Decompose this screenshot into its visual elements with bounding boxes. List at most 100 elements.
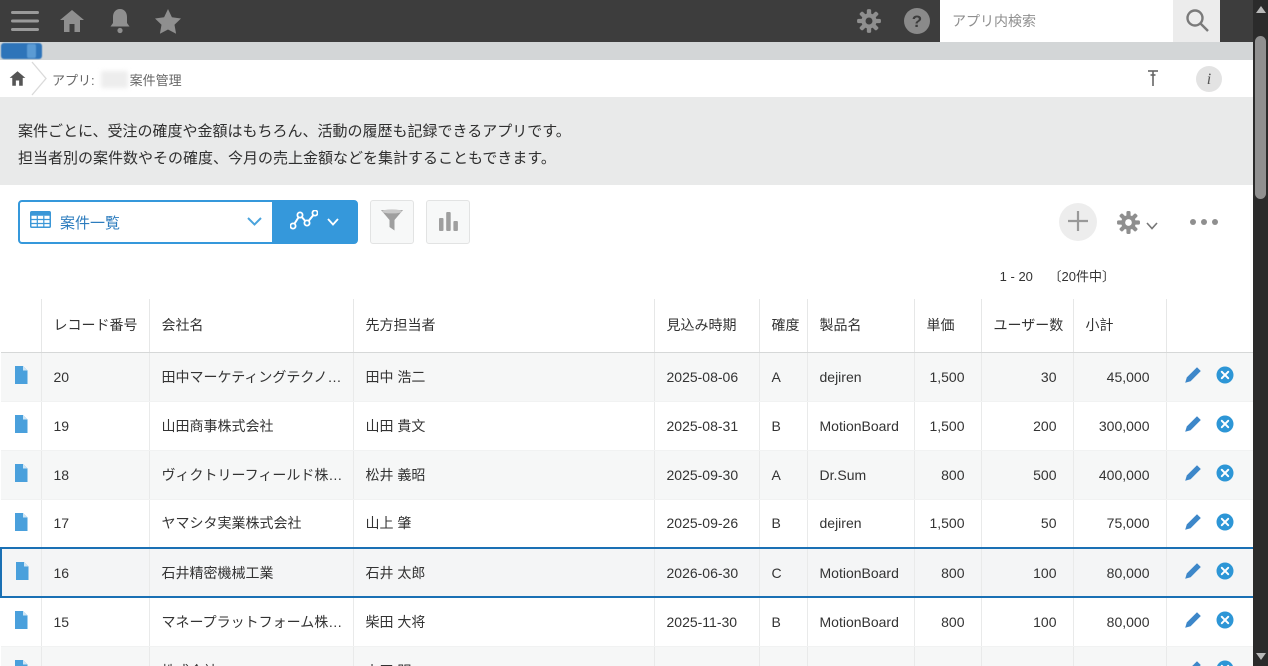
edit-record-button[interactable] xyxy=(1184,660,1202,666)
cell-company: 山田商事株式会社 xyxy=(149,401,354,451)
cell-probability: A xyxy=(759,450,808,500)
favorites-star-icon[interactable] xyxy=(150,0,186,42)
filter-button[interactable] xyxy=(370,200,414,244)
cell-record_no: 18 xyxy=(41,450,150,500)
view-settings-gear-icon[interactable] xyxy=(1116,210,1141,240)
delete-record-button[interactable] xyxy=(1216,464,1234,485)
table-row[interactable]: 17 ヤマシタ実業株式会社 山上 肇 2025-09-26 Bdejiren 1,500 5… xyxy=(1,499,1254,549)
edit-record-button[interactable] xyxy=(1184,562,1202,583)
view-dropdown[interactable]: 案件一覧 xyxy=(20,202,272,242)
pagination-total: 〔20件中〕 xyxy=(1048,269,1115,284)
table-row[interactable]: 14株式会社上田 明 dejiren xyxy=(1,646,1254,666)
chart-button[interactable] xyxy=(426,200,470,244)
scroll-down-icon[interactable] xyxy=(1256,653,1266,660)
scrollbar-thumb[interactable] xyxy=(1255,36,1266,199)
table-header-row: レコード番号 会社名 先方担当者 見込み時期 確度 製品名 単価 ユーザー数 小計 xyxy=(1,299,1254,353)
settings-chevron-icon[interactable] xyxy=(1146,217,1158,235)
delete-record-button[interactable] xyxy=(1216,513,1234,534)
record-table: レコード番号 会社名 先方担当者 見込み時期 確度 製品名 単価 ユーザー数 小計 20 田中マー… xyxy=(0,299,1255,666)
column-header-product[interactable]: 製品名 xyxy=(807,299,915,353)
column-header-users[interactable]: ユーザー数 xyxy=(981,299,1074,353)
cell-users: 50 xyxy=(981,499,1074,549)
help-icon[interactable]: ? xyxy=(900,0,934,42)
cell-subtotal: 400,000 xyxy=(1073,450,1167,500)
search-button[interactable] xyxy=(1173,0,1220,42)
cell-product: dejiren xyxy=(807,499,915,549)
pagination: 1 - 20 〔20件中〕 xyxy=(1000,266,1115,285)
column-header-probability[interactable]: 確度 xyxy=(759,299,808,353)
cell-record_no: 16 xyxy=(41,547,150,598)
cell-users: 200 xyxy=(981,401,1074,451)
cell-users: 30 xyxy=(981,352,1074,402)
edit-record-button[interactable] xyxy=(1184,611,1202,632)
cell-unit_price: 800 xyxy=(914,450,982,500)
cell-probability: A xyxy=(759,352,808,402)
view-name-label: 案件一覧 xyxy=(60,214,121,232)
cell-record_no: 19 xyxy=(41,401,150,451)
cell-unit_price: 1,500 xyxy=(914,499,982,549)
cell-unit_price: 1,500 xyxy=(914,401,982,451)
add-record-button[interactable] xyxy=(1059,203,1097,241)
edit-record-button[interactable] xyxy=(1184,513,1202,534)
cell-probability: C xyxy=(759,547,808,598)
notifications-bell-icon[interactable] xyxy=(103,0,137,42)
cell-expected_date: 2025-08-06 xyxy=(654,352,760,402)
portal-home-icon[interactable] xyxy=(9,70,26,92)
svg-text:?: ? xyxy=(912,12,922,31)
record-file-icon[interactable] xyxy=(15,562,29,583)
table-row[interactable]: 20 田中マーケティングテクノ… 田中 浩二 2025-08-06 Adejiren 1,… xyxy=(1,352,1254,402)
record-file-icon[interactable] xyxy=(14,366,28,387)
app-icon[interactable] xyxy=(1,43,42,59)
graph-view-button[interactable] xyxy=(272,202,356,242)
cell-contact: 田中 浩二 xyxy=(353,352,655,402)
record-file-icon[interactable] xyxy=(14,464,28,485)
more-options-button[interactable] xyxy=(1190,219,1218,225)
table-row[interactable]: 16 石井精密機械工業 石井 太郎 2026-06-30 C MotionBoard 800… xyxy=(0,547,1255,598)
breadcrumb: アプリ: 案件管理 i xyxy=(0,60,1253,97)
column-header-actions xyxy=(1166,299,1254,353)
column-header-unit_price[interactable]: 単価 xyxy=(914,299,982,353)
delete-record-button[interactable] xyxy=(1216,562,1234,583)
column-header-record_no[interactable]: レコード番号 xyxy=(41,299,150,353)
pin-description-icon[interactable] xyxy=(1146,69,1160,93)
cell-contact: 松井 義昭 xyxy=(353,450,655,500)
record-file-icon[interactable] xyxy=(14,415,28,436)
cell-subtotal: 75,000 xyxy=(1073,499,1167,549)
delete-record-button[interactable] xyxy=(1216,366,1234,387)
cell-company: ヴィクトリーフィールド株… xyxy=(149,450,354,500)
cell-product: MotionBoard xyxy=(807,597,915,647)
edit-record-button[interactable] xyxy=(1184,464,1202,485)
edit-record-button[interactable] xyxy=(1184,366,1202,387)
scrollbar[interactable] xyxy=(1253,0,1268,666)
in-app-search-input[interactable] xyxy=(940,0,1173,42)
table-row[interactable]: 18 ヴィクトリーフィールド株… 松井 義昭 2025-09-30 A Dr.Sum 800… xyxy=(1,450,1254,500)
column-header-expected_date[interactable]: 見込み時期 xyxy=(654,299,760,353)
table-row[interactable]: 19 山田商事株式会社 山田 貴文 2025-08-31 B MotionBoard 1,5… xyxy=(1,401,1254,451)
scroll-up-icon[interactable] xyxy=(1256,6,1266,13)
edit-record-button[interactable] xyxy=(1184,415,1202,436)
search-icon xyxy=(1184,7,1210,36)
cell-contact: 山田 貴文 xyxy=(353,401,655,451)
settings-gear-icon[interactable] xyxy=(852,0,886,42)
delete-record-button[interactable] xyxy=(1216,415,1234,436)
kintone-app-screen: ? アプリ: 案件管理 i 案件ごとに、受注の確度や金額はもちろん、 xyxy=(0,0,1268,666)
delete-record-button[interactable] xyxy=(1216,611,1234,632)
column-header-subtotal[interactable]: 小計 xyxy=(1073,299,1167,353)
app-description-line2: 担当者別の案件数やその確度、今月の売上金額などを集計することもできます。 xyxy=(18,150,556,167)
app-info-button[interactable]: i xyxy=(1196,66,1222,92)
cell-product: dejiren xyxy=(807,352,915,402)
cell-company: 石井精密機械工業 xyxy=(149,547,354,598)
delete-record-button[interactable] xyxy=(1216,660,1234,666)
menu-icon[interactable] xyxy=(8,0,42,42)
cell-company: マネープラットフォーム株… xyxy=(149,597,354,647)
record-file-icon[interactable] xyxy=(14,512,28,534)
table-row[interactable]: 15 マネープラットフォーム株… 柴田 大将 2025-11-30 B MotionBoa… xyxy=(1,597,1254,647)
column-header-contact[interactable]: 先方担当者 xyxy=(353,299,655,353)
graph-icon xyxy=(289,209,318,235)
column-header-company[interactable]: 会社名 xyxy=(149,299,354,353)
cell-contact: 山上 肇 xyxy=(353,499,655,549)
home-icon[interactable] xyxy=(55,0,89,42)
record-file-icon[interactable] xyxy=(14,611,28,632)
cell-subtotal: 300,000 xyxy=(1073,401,1167,451)
cell-record_no: 17 xyxy=(41,499,150,549)
